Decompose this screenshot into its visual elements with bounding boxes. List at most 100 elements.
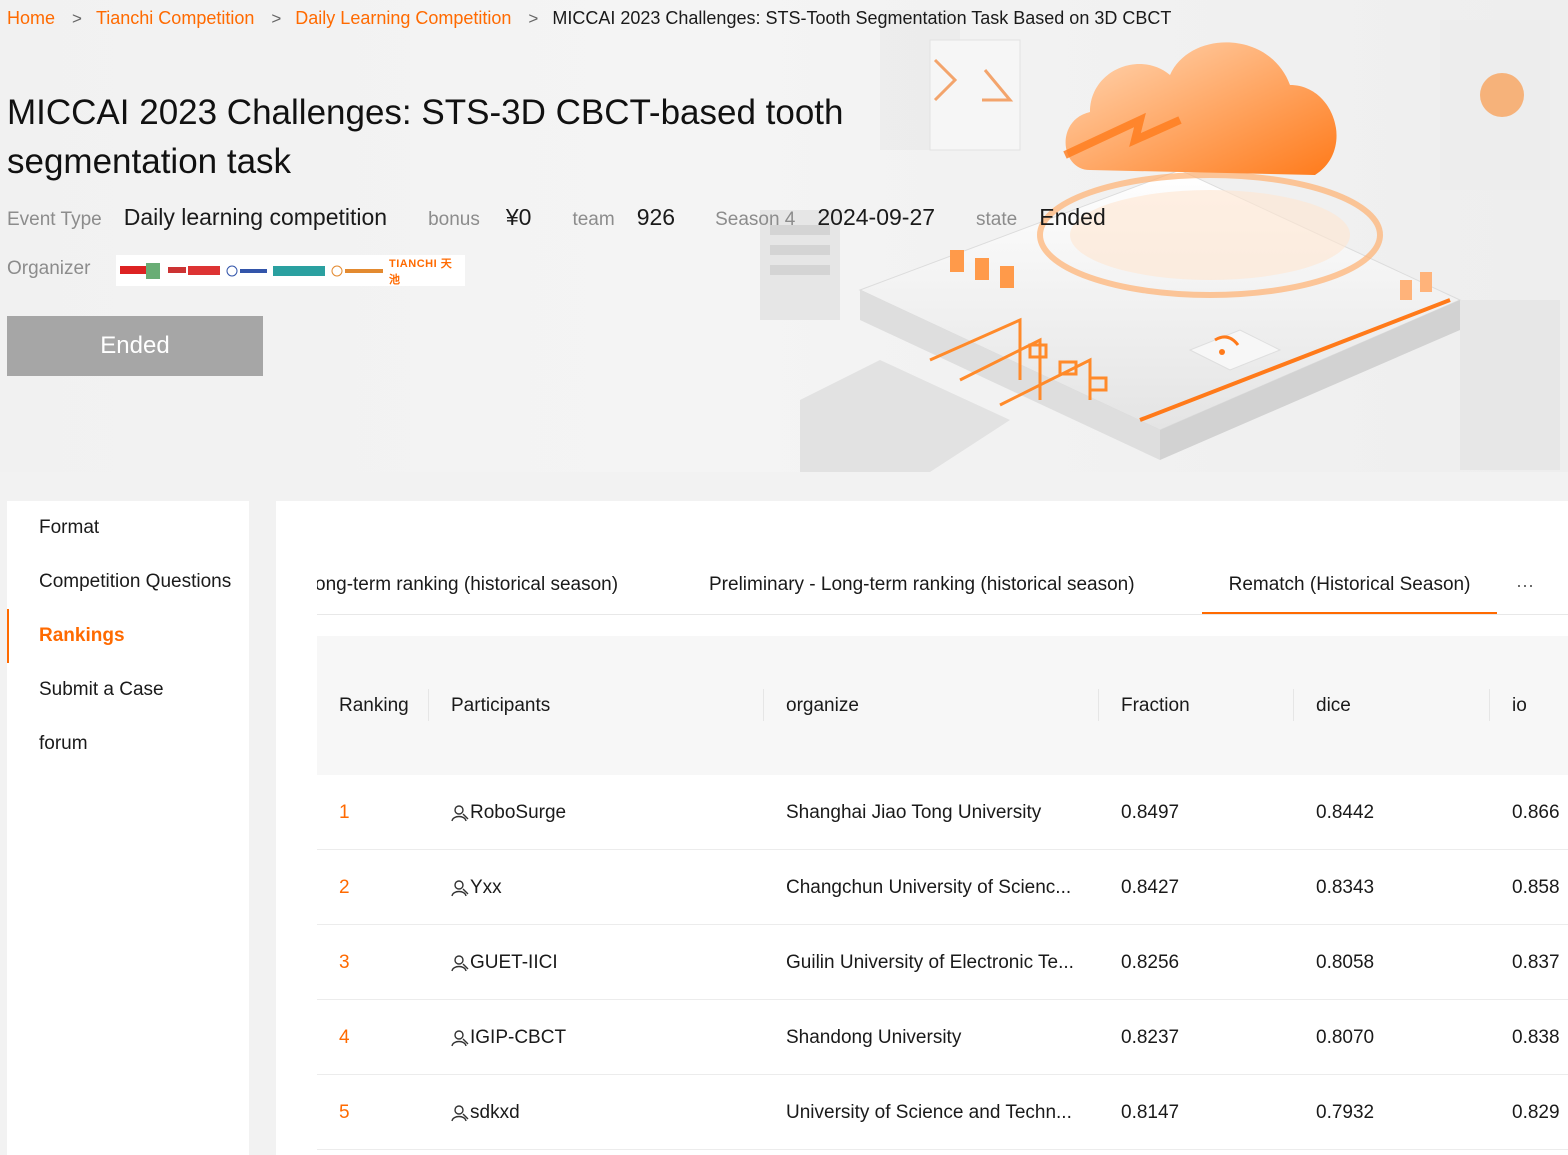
fraction-cell: 0.8427 [1121,876,1180,898]
column-divider [1098,689,1099,721]
ranking-tabs: ong-term ranking (historical season) Pre… [317,555,1568,615]
column-dice: dice [1316,694,1351,716]
column-io: io [1512,694,1527,716]
breadcrumb-separator: > [271,8,282,28]
participant-name[interactable]: sdkxd [470,1102,520,1124]
organize-cell: Shandong University [786,1026,962,1048]
breadcrumb-tianchi-link[interactable]: Tianchi Competition [96,8,254,29]
bonus-value: ¥0 [505,204,532,230]
tab-preliminary-long-term-ranking[interactable]: Preliminary - Long-term ranking (histori… [709,555,1135,614]
sidebar-item-format[interactable]: Format [7,501,249,555]
table-row: 2 Yxx Changchun University of Scienc... … [317,850,1568,925]
io-cell: 0.858 [1512,876,1560,898]
user-icon [451,879,469,896]
breadcrumb-separator: > [72,8,82,28]
user-icon [451,1104,469,1121]
participant-name[interactable]: RoboSurge [470,802,566,824]
fraction-cell: 0.8256 [1121,951,1180,973]
organize-cell: University of Science and Techn... [786,1101,1072,1123]
column-ranking: Ranking [339,694,409,716]
breadcrumb-separator: > [528,8,539,28]
rank-cell: 4 [339,1026,350,1048]
more-tabs-icon[interactable]: ··· [1516,555,1534,614]
event-type-value: Daily learning competition [123,204,388,230]
column-divider [428,689,429,721]
page-title: MICCAI 2023 Challenges: STS-3D CBCT-base… [7,93,844,181]
participant-cell[interactable]: GUET-IICI [451,925,558,1000]
user-icon [451,804,469,821]
table-row: 4 IGIP-CBCT Shandong University 0.8237 0… [317,1000,1568,1075]
bonus-label: bonus [428,209,480,230]
event-type-label: Event Type [7,209,102,230]
hero-illustration [760,10,1560,472]
io-cell: 0.838 [1512,1026,1560,1048]
tab-rematch-historical[interactable]: Rematch (Historical Season) [1202,555,1497,614]
organizer-logos: TIANCHI 天池 [116,255,465,286]
partner-logo [331,265,384,276]
state-value: Ended [1039,204,1106,230]
table-row: 1 RoboSurge Shanghai Jiao Tong Universit… [317,775,1568,850]
rank-cell: 3 [339,951,350,973]
sidebar-item-competition-questions[interactable]: Competition Questions [7,555,249,609]
rank-cell: 2 [339,876,350,898]
sidebar-item-submit-a-case[interactable]: Submit a Case [7,663,249,717]
sidebar-item-rankings[interactable]: Rankings [7,609,249,663]
column-divider [763,689,764,721]
season-label: Season 4 [715,209,796,230]
fraction-cell: 0.8147 [1121,1101,1180,1123]
column-participants: Participants [451,694,551,716]
io-cell: 0.829 [1512,1101,1560,1123]
participant-cell[interactable]: IGIP-CBCT [451,1000,566,1075]
column-fraction: Fraction [1121,694,1190,716]
competition-meta: Event Type Daily learning competition bo… [7,204,1106,231]
tianchi-logo: TIANCHI 天池 [389,257,453,286]
ended-button[interactable]: Ended [7,316,263,376]
column-divider [1489,689,1490,721]
rank-cell: 5 [339,1101,350,1123]
table-header: Ranking Participants organize Fraction d… [317,636,1568,775]
participant-name[interactable]: Yxx [470,877,502,899]
breadcrumb-daily-link[interactable]: Daily Learning Competition [295,8,511,29]
rankings-panel: ong-term ranking (historical season) Pre… [276,501,1568,1155]
table-row: 3 GUET-IICI Guilin University of Electro… [317,925,1568,1000]
team-label: team [572,209,615,230]
organizer-label: Organizer [7,258,91,279]
fraction-cell: 0.8497 [1121,801,1180,823]
team-value: 926 [636,204,676,230]
season-date: 2024-09-27 [817,204,936,230]
ranking-table: Ranking Participants organize Fraction d… [317,636,1568,1150]
miccai-logo [120,262,160,279]
sidebar-item-forum[interactable]: forum [7,717,249,771]
breadcrumb: Home > Tianchi Competition > Daily Learn… [7,8,1171,29]
organize-cell: Shanghai Jiao Tong University [786,801,1042,823]
hospital-logo [272,265,325,276]
participant-cell[interactable]: sdkxd [451,1075,520,1150]
competition-hero: Home > Tianchi Competition > Daily Learn… [0,0,1568,472]
tab-long-term-ranking[interactable]: ong-term ranking (historical season) [317,555,618,614]
dice-cell: 0.8442 [1316,801,1375,823]
io-cell: 0.837 [1512,951,1560,973]
fraction-cell: 0.8237 [1121,1026,1180,1048]
dice-cell: 0.7932 [1316,1101,1375,1123]
user-icon [451,954,469,971]
state-label: state [976,209,1018,230]
participant-name[interactable]: GUET-IICI [470,952,558,974]
participant-name[interactable]: IGIP-CBCT [470,1027,566,1049]
breadcrumb-home-link[interactable]: Home [7,8,55,29]
participant-cell[interactable]: Yxx [451,850,502,925]
organize-cell: Changchun University of Scienc... [786,876,1072,898]
dice-cell: 0.8070 [1316,1026,1375,1048]
column-divider [1293,689,1294,721]
table-row: 5 sdkxd University of Science and Techn.… [317,1075,1568,1150]
sponsor-logo [168,265,221,275]
organize-cell: Guilin University of Electronic Te... [786,951,1074,973]
io-cell: 0.866 [1512,801,1560,823]
sidebar-nav: Format Competition Questions Rankings Su… [7,501,249,1155]
dice-cell: 0.8058 [1316,951,1375,973]
dice-cell: 0.8343 [1316,876,1375,898]
column-organize: organize [786,694,859,716]
university-logo [226,265,267,276]
breadcrumb-current: MICCAI 2023 Challenges: STS-Tooth Segmen… [552,8,1172,28]
user-icon [451,1029,469,1046]
participant-cell[interactable]: RoboSurge [451,775,566,850]
